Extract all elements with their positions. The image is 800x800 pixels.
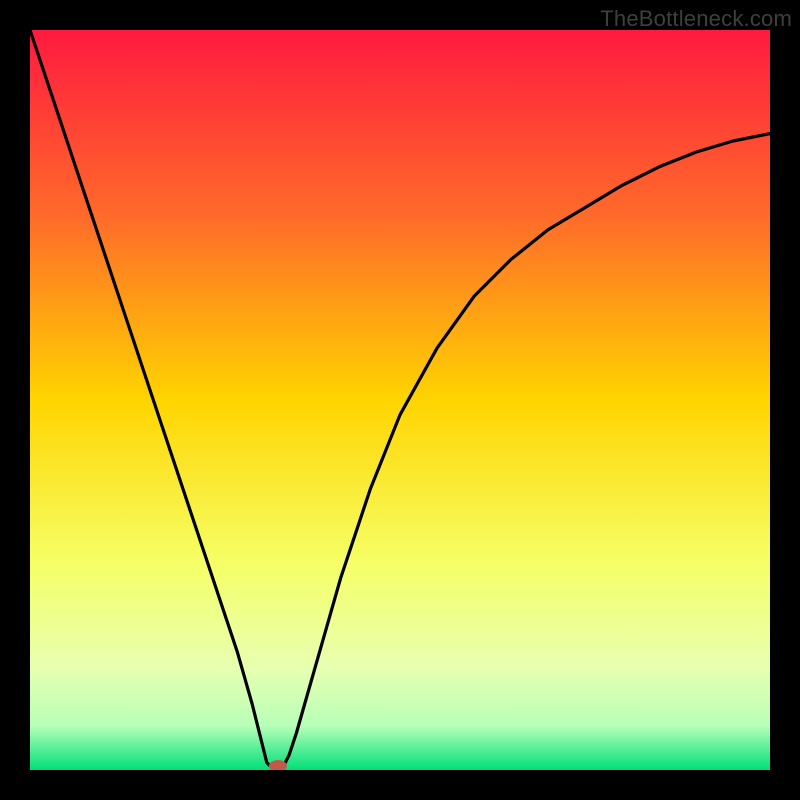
- chart-svg: [30, 30, 770, 770]
- watermark-text: TheBottleneck.com: [600, 6, 792, 32]
- gradient-background: [30, 30, 770, 770]
- chart-frame: [30, 30, 770, 770]
